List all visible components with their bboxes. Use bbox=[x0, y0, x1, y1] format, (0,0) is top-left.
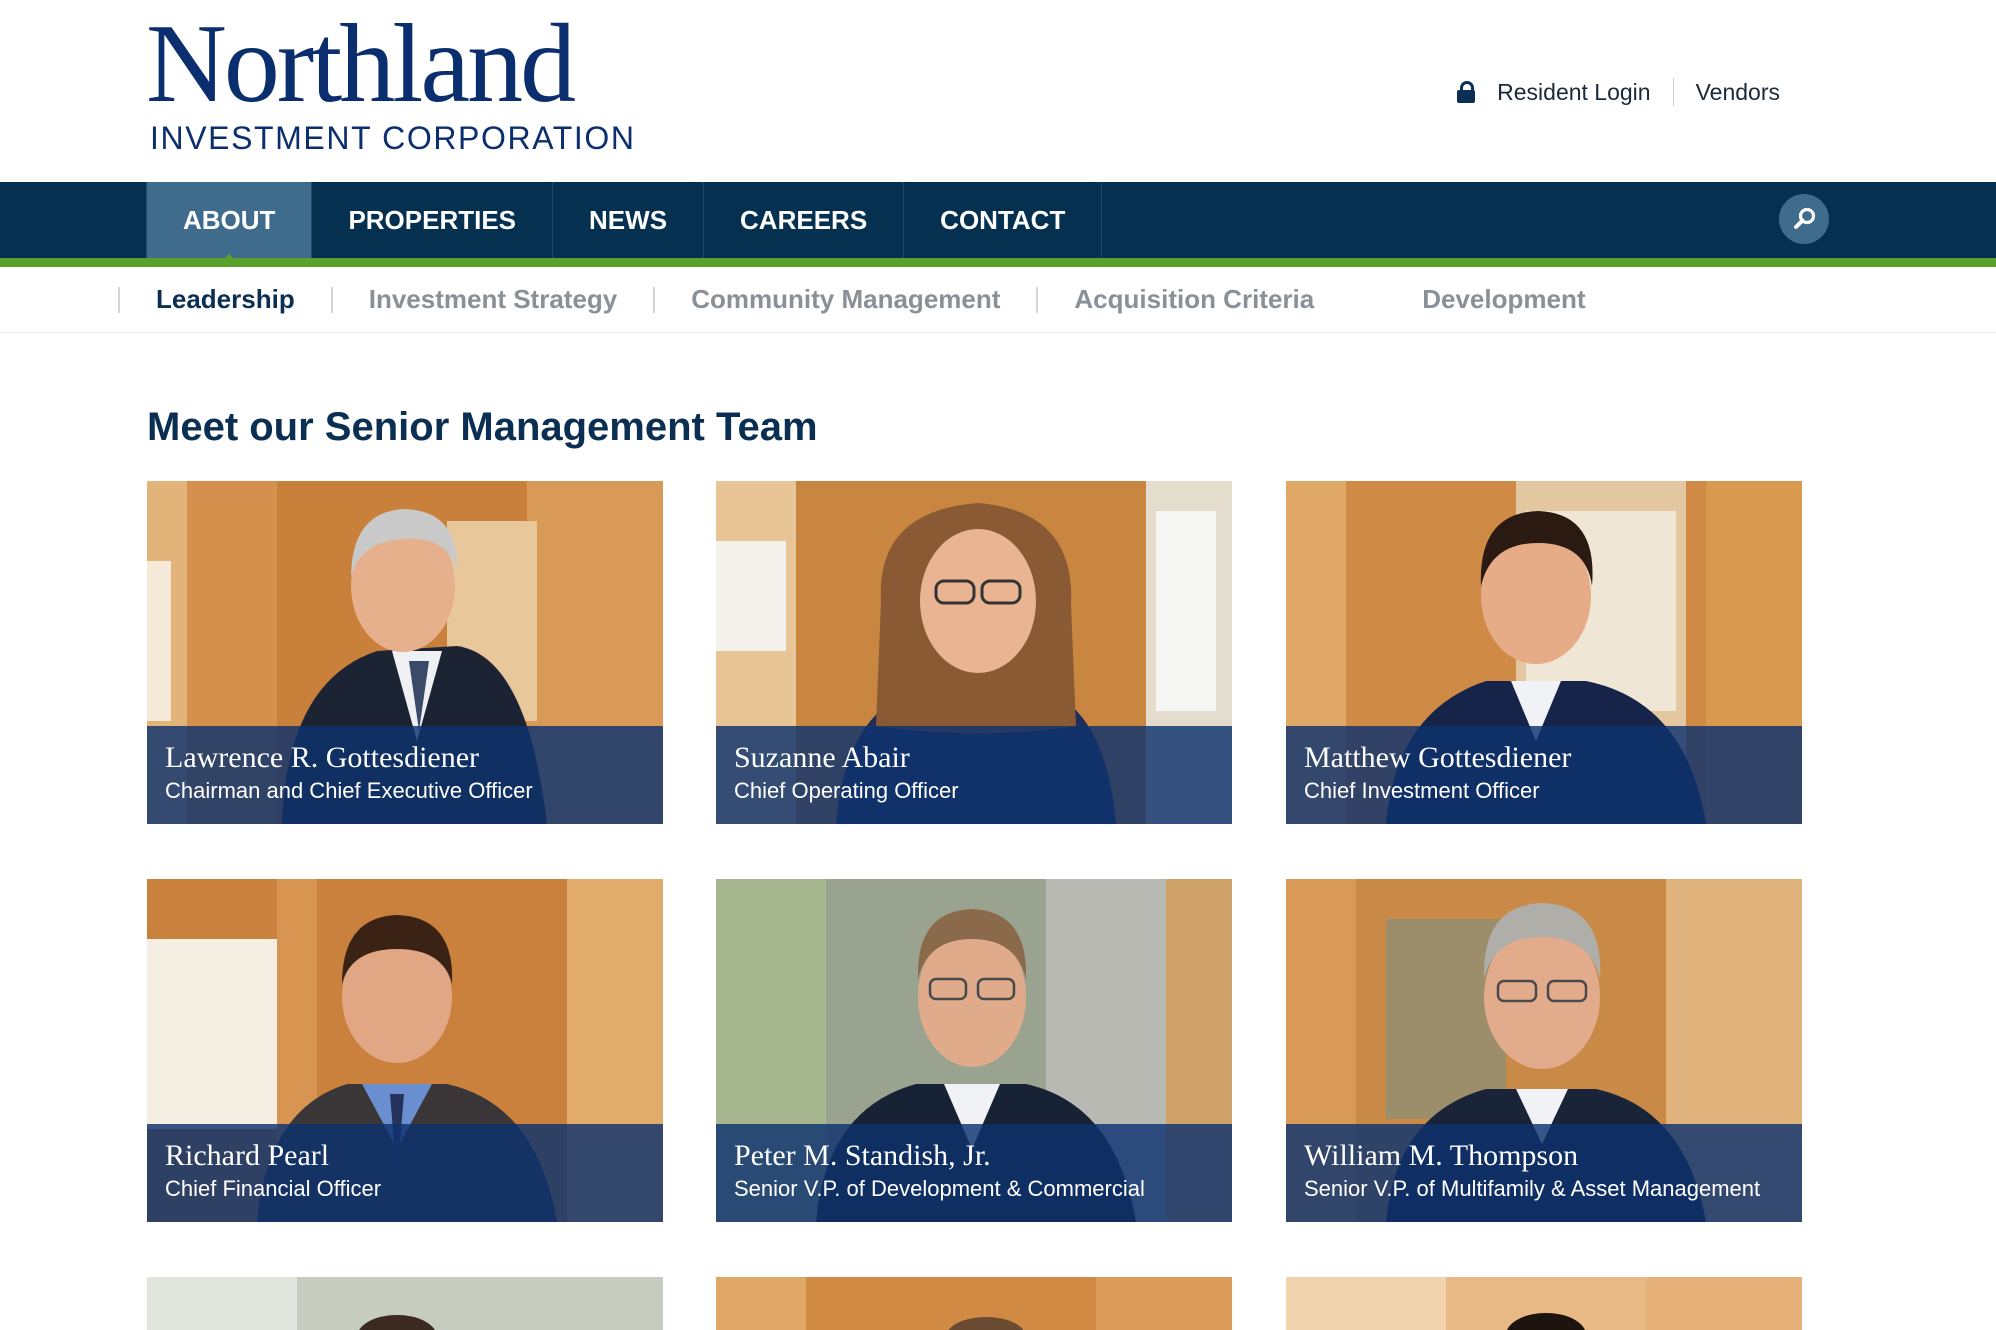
logo-wordmark: Northland bbox=[146, 2, 576, 126]
team-card[interactable] bbox=[716, 1277, 1232, 1330]
team-caption: Suzanne Abair Chief Operating Officer bbox=[716, 726, 1232, 824]
member-role: Senior V.P. of Development & Commercial bbox=[734, 1176, 1145, 1201]
subnav-community-management[interactable]: Community Management bbox=[655, 284, 1036, 315]
portrait-photo bbox=[716, 1277, 1232, 1330]
search-icon bbox=[1794, 207, 1816, 229]
main-nav: ABOUT PROPERTIES NEWS CAREERS CONTACT bbox=[0, 182, 1996, 267]
nav-about-label: ABOUT bbox=[183, 204, 276, 235]
team-card[interactable]: Matthew Gottesdiener Chief Investment Of… bbox=[1286, 481, 1802, 824]
team-card[interactable]: William M. Thompson Senior V.P. of Multi… bbox=[1286, 879, 1802, 1222]
subnav-investment-strategy[interactable]: Investment Strategy bbox=[333, 284, 654, 315]
member-name: Suzanne Abair bbox=[734, 741, 910, 774]
team-caption: Lawrence R. Gottesdiener Chairman and Ch… bbox=[147, 726, 663, 824]
nav-careers[interactable]: CAREERS bbox=[704, 182, 905, 258]
team-caption: Richard Pearl Chief Financial Officer bbox=[147, 1124, 663, 1222]
nav-properties-label: PROPERTIES bbox=[348, 204, 517, 235]
nav-news-label: NEWS bbox=[589, 204, 668, 235]
search-button[interactable] bbox=[1779, 194, 1829, 244]
utility-links: Resident Login Vendors bbox=[1457, 78, 1780, 106]
team-card[interactable]: Richard Pearl Chief Financial Officer bbox=[147, 879, 663, 1222]
sub-nav: Leadership Investment Strategy Community… bbox=[0, 267, 1996, 333]
page-title: Meet our Senior Management Team bbox=[147, 405, 818, 449]
team-card[interactable] bbox=[147, 1277, 663, 1330]
portrait-photo bbox=[1286, 1277, 1802, 1330]
team-card[interactable]: Peter M. Standish, Jr. Senior V.P. of De… bbox=[716, 879, 1232, 1222]
member-name: Lawrence R. Gottesdiener bbox=[165, 741, 480, 774]
member-name: Richard Pearl bbox=[165, 1139, 330, 1172]
team-card[interactable]: Lawrence R. Gottesdiener Chairman and Ch… bbox=[147, 481, 663, 824]
nav-contact[interactable]: CONTACT bbox=[904, 182, 1103, 258]
member-name: William M. Thompson bbox=[1304, 1139, 1579, 1172]
member-name: Matthew Gottesdiener bbox=[1304, 741, 1572, 774]
nav-properties[interactable]: PROPERTIES bbox=[312, 182, 554, 258]
resident-login-link[interactable]: Resident Login bbox=[1497, 79, 1650, 106]
member-role: Chief Financial Officer bbox=[165, 1176, 382, 1201]
member-role: Senior V.P. of Multifamily & Asset Manag… bbox=[1304, 1176, 1761, 1201]
logo-subtitle: INVESTMENT CORPORATION bbox=[150, 120, 636, 156]
northland-logo[interactable]: Northland INVESTMENT CORPORATION bbox=[146, 2, 636, 157]
member-name: Peter M. Standish, Jr. bbox=[734, 1139, 991, 1172]
site-header: Northland INVESTMENT CORPORATION Residen… bbox=[0, 0, 1996, 182]
subnav-development[interactable]: Development bbox=[1386, 284, 1621, 315]
subnav-acquisition-criteria[interactable]: Acquisition Criteria bbox=[1038, 284, 1350, 315]
member-role: Chief Investment Officer bbox=[1304, 778, 1540, 803]
portrait-photo bbox=[147, 1277, 663, 1330]
nav-about[interactable]: ABOUT bbox=[146, 182, 313, 267]
nav-accent-bar bbox=[0, 258, 1996, 267]
member-role: Chairman and Chief Executive Officer bbox=[165, 778, 533, 803]
member-role: Chief Operating Officer bbox=[734, 778, 959, 803]
team-card[interactable]: Suzanne Abair Chief Operating Officer bbox=[716, 481, 1232, 824]
lock-icon bbox=[1457, 81, 1476, 103]
main-nav-items: ABOUT PROPERTIES NEWS CAREERS CONTACT bbox=[146, 182, 1103, 267]
team-card[interactable] bbox=[1286, 1277, 1802, 1330]
subnav-leadership[interactable]: Leadership bbox=[120, 284, 331, 315]
sub-nav-items: Leadership Investment Strategy Community… bbox=[118, 267, 1622, 332]
nav-news[interactable]: NEWS bbox=[553, 182, 705, 258]
utility-divider bbox=[1672, 78, 1674, 106]
nav-contact-label: CONTACT bbox=[940, 204, 1066, 235]
vendors-link[interactable]: Vendors bbox=[1696, 79, 1780, 106]
nav-careers-label: CAREERS bbox=[740, 204, 868, 235]
team-caption: Peter M. Standish, Jr. Senior V.P. of De… bbox=[716, 1124, 1232, 1222]
team-caption: Matthew Gottesdiener Chief Investment Of… bbox=[1286, 726, 1802, 824]
team-caption: William M. Thompson Senior V.P. of Multi… bbox=[1286, 1124, 1802, 1222]
